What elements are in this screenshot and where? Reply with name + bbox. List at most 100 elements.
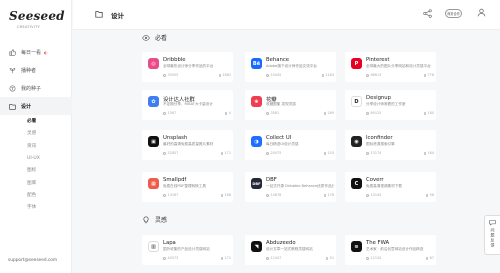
saves-count[interactable]: 67 (426, 256, 434, 260)
sidebar-item-my-seeds[interactable]: 我的种子 (0, 79, 72, 97)
views-value: 89125 (370, 111, 382, 115)
saves-value: 171 (224, 151, 231, 155)
saves-count[interactable]: 171 (221, 151, 231, 155)
section-header-inspiration: 灵感 (142, 215, 167, 224)
site-description: Adobe旗下设计师作品交流平台 (266, 64, 317, 68)
views-count: 89125 (366, 111, 381, 115)
business-badge[interactable]: 商务合作 (445, 9, 462, 18)
sidebar-item-seeders[interactable]: 播种者 (0, 61, 72, 79)
sidebar-item-daily[interactable]: 每日一看 ◐ (0, 43, 72, 61)
share-icon[interactable] (423, 9, 432, 18)
views-value: 13174 (370, 151, 382, 155)
saves-count[interactable]: 96 (426, 193, 434, 197)
site-card[interactable]: ≋ The FWA 艺术家 · 前沿创意网站设计作品精选 12134 67 (345, 235, 436, 265)
site-stats: 10445 1163 (266, 73, 334, 77)
saves-count[interactable]: 4 (225, 111, 231, 115)
brand-logo[interactable]: Seeseed (9, 9, 65, 23)
subnav-item-gallery[interactable]: 图库 (0, 176, 72, 188)
site-card[interactable]: ❀ 花瓣 收藏图集 发现灵感 3581 269 (245, 90, 336, 120)
subnav-item-fonts[interactable]: 字体 (0, 201, 72, 213)
site-card[interactable]: Bē Behance Adobe旗下设计师作品交流平台 10445 1163 (245, 52, 336, 82)
views-count: 13174 (366, 151, 381, 155)
views-count: 52857 (163, 151, 178, 155)
site-card[interactable]: ◑ Collect UI 每日精选UI设计灵感 20075 153 (245, 130, 336, 160)
site-logo-icon: ◑ (251, 136, 262, 147)
site-name: Iconfinder (366, 135, 393, 141)
sidebar-item-label: 设计 (21, 103, 32, 110)
subnav-item-colors[interactable]: 配色 (0, 189, 72, 201)
site-logo-icon: Bē (251, 58, 262, 69)
site-stats: 13174 164 (366, 151, 434, 155)
support-email-link[interactable]: support@seeseed.com (8, 258, 57, 263)
saves-count[interactable]: 51 (326, 256, 334, 260)
site-card[interactable]: ◎ Dribbble 全球最热设计师分享作品的平台 35505 1862 (142, 52, 233, 82)
site-stats: 89125 180 (366, 111, 434, 115)
eye-icon (366, 193, 369, 197)
eye-icon (266, 256, 269, 260)
views-value: 10445 (270, 73, 282, 77)
sidebar: Seeseed CREATIVITY 每日一看 ◐ 播种者 我的种子 设计 必看 (0, 0, 72, 273)
saves-count[interactable]: 164 (424, 151, 434, 155)
bookmark-icon (221, 193, 224, 197)
saves-count[interactable]: 166 (221, 193, 231, 197)
site-name: Unsplash (163, 135, 188, 141)
site-card[interactable]: D Designup 分享设计师常看的工作室 89125 180 (345, 90, 436, 120)
site-card[interactable]: ▣ Unsplash 最好的高清免费高质量照片素材 52857 171 (142, 130, 233, 160)
site-description: 最好的高清免费高质量照片素材 (163, 142, 214, 146)
site-description: 国外收集的产品设计灵感网站 (163, 247, 210, 251)
saves-value: 178 (327, 193, 334, 197)
site-logo-icon: D (351, 96, 362, 107)
views-value: 14878 (270, 193, 282, 197)
saves-count[interactable]: 153 (324, 151, 334, 155)
site-name: Lapa (163, 240, 176, 246)
subnav-item-ui-ux[interactable]: UI-UX (0, 152, 72, 164)
site-name: Collect UI (266, 135, 292, 141)
views-count: 13167 (163, 193, 178, 197)
site-logo-icon: ▦ (148, 178, 159, 189)
bulb-icon (143, 215, 149, 223)
site-stats: 3581 269 (266, 111, 334, 115)
saves-value: 1163 (325, 73, 334, 77)
site-logo-icon: ≋ (351, 241, 362, 252)
sidebar-item-design[interactable]: 设计 (0, 97, 72, 115)
site-description: 每日精选UI设计灵感 (266, 142, 299, 146)
page-title: 设计 (111, 12, 124, 20)
eye-icon (366, 256, 369, 260)
site-card[interactable]: ◥ Abduzeedo 设计文章一站式教程灵感网站 12447 51 (245, 235, 336, 265)
views-count: 68613 (366, 73, 381, 77)
views-value: 13167 (167, 193, 179, 197)
views-count: 12447 (266, 256, 281, 260)
saves-count[interactable]: 269 (324, 111, 334, 115)
site-card[interactable]: ▦ Smallpdf 免费在线PDF整理转换工具 13167 166 (142, 172, 233, 202)
saves-count[interactable]: 178 (324, 193, 334, 197)
subnav-item-must-see[interactable]: 必看 (0, 115, 72, 127)
site-stats: 40573 171 (163, 256, 231, 260)
saves-count[interactable]: 776 (424, 73, 434, 77)
bookmark-icon (225, 111, 228, 115)
site-card[interactable]: C Coverr 免费高清视频素材下载 13144 96 (345, 172, 436, 202)
subnav-item-icons[interactable]: 图标 (0, 164, 72, 176)
user-icon[interactable] (477, 8, 486, 17)
site-logo-icon: ◉ (351, 136, 362, 147)
site-stats: 13144 96 (366, 193, 434, 197)
feedback-button[interactable]: 问题反馈 (484, 215, 500, 255)
subnav-item-news[interactable]: 资讯 (0, 140, 72, 152)
bookmark-icon (324, 193, 327, 197)
site-card[interactable]: DBF DBF 一站式开源 Dribbble Behance优质作品分享 14878 1… (245, 172, 336, 202)
saves-value: 180 (427, 111, 434, 115)
subnav-item-inspiration[interactable]: 灵感 (0, 127, 72, 139)
section-title: 必看 (155, 35, 168, 42)
site-card[interactable]: ▥ Lapa 国外收集的产品设计灵感网站 40573 171 (142, 235, 233, 265)
views-count: 40573 (163, 256, 178, 260)
saves-count[interactable]: 171 (221, 256, 231, 260)
site-card[interactable]: ✿ 设计达人社群 不定期分享、RIBAT大卡量设计 1567 4 (142, 90, 233, 120)
eye-icon (163, 111, 166, 115)
saves-count[interactable]: 1862 (218, 73, 231, 77)
folder-icon (8, 102, 16, 110)
saves-count[interactable]: 180 (424, 111, 434, 115)
site-card[interactable]: P Pinterest 全球最大的图片分享网站和设计灵感平台 68613 776 (345, 52, 436, 82)
saves-count[interactable]: 1163 (321, 73, 334, 77)
site-card[interactable]: ◉ Iconfinder 图标资源搜索引擎 13174 164 (345, 130, 436, 160)
eye-icon (266, 111, 269, 115)
site-description: 免费高清视频素材下载 (366, 184, 402, 188)
